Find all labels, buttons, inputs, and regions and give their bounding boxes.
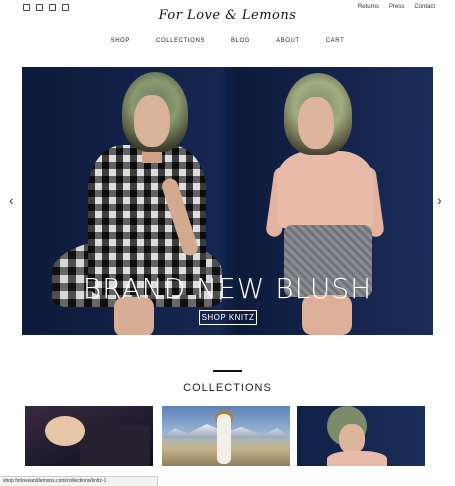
nav-cart[interactable]: CART — [326, 38, 345, 44]
browser-status-url: shop.forloveandlemons.com/collections/kn… — [0, 476, 158, 486]
shop-knitz-button[interactable]: SHOP KNITZ — [199, 310, 257, 325]
returns-link[interactable]: Returns — [358, 4, 379, 10]
nav-collections[interactable]: COLLECTIONS — [156, 38, 205, 44]
model-right-face — [298, 97, 334, 149]
thumb-2-figure — [217, 414, 231, 464]
collection-thumb-2[interactable] — [162, 406, 290, 466]
nav-shop[interactable]: SHOP — [111, 38, 130, 44]
thumb-1-body — [80, 426, 150, 466]
carousel-prev-icon[interactable]: ‹ — [9, 192, 14, 208]
thumb-3-face — [339, 424, 365, 454]
contact-link[interactable]: Contact — [414, 4, 435, 10]
section-rule — [213, 370, 242, 372]
main-nav: SHOP COLLECTIONS BLOG ABOUT CART — [0, 38, 455, 44]
collections-heading: COLLECTIONS — [183, 382, 272, 394]
press-link[interactable]: Press — [389, 4, 404, 10]
model-right-sweater — [277, 151, 373, 229]
collection-thumb-1[interactable] — [25, 406, 153, 466]
thumb-3-sweater — [327, 451, 387, 466]
site-logo[interactable]: For Love & Lemons — [0, 8, 455, 23]
collection-thumb-3[interactable] — [297, 406, 425, 466]
hero-title: BRAND NEW BLUSH — [82, 272, 373, 305]
utility-links: Returns Press Contact — [358, 4, 435, 10]
thumb-1-face — [45, 416, 85, 446]
carousel-next-icon[interactable]: › — [437, 192, 442, 208]
hero-banner[interactable]: BRAND NEW BLUSH SHOP KNITZ — [22, 67, 433, 335]
nav-blog[interactable]: BLOG — [231, 38, 250, 44]
model-left-face — [134, 95, 170, 147]
nav-about[interactable]: ABOUT — [276, 38, 300, 44]
